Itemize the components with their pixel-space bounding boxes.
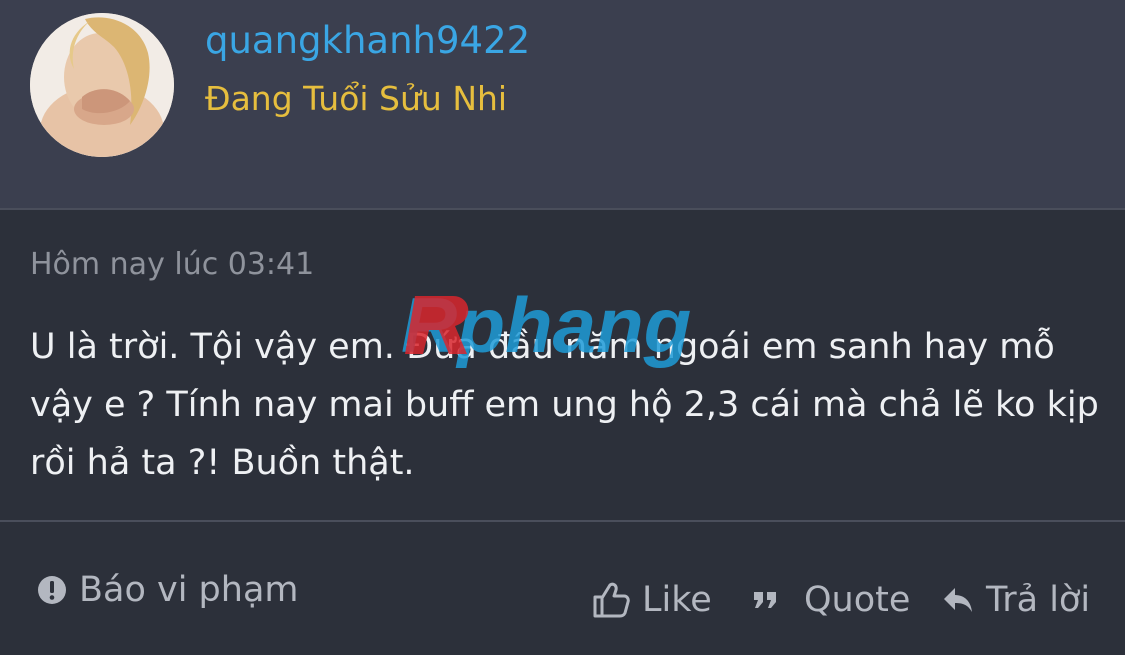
user-title: Đang Tuổi Sửu Nhi [205,79,508,118]
username-link[interactable]: quangkhanh9422 [205,17,530,65]
post-timestamp[interactable]: Hôm nay lúc 03:41 [30,244,314,286]
exclamation-circle-icon [38,576,66,604]
thumbs-up-icon [593,582,630,618]
post-container: quangkhanh9422 Đang Tuổi Sửu Nhi Hôm nay… [0,0,1125,655]
like-label: Like [642,580,712,620]
user-avatar-photo [30,13,174,157]
report-label: Báo vi phạm [79,570,299,610]
reply-label: Trả lời [986,580,1091,620]
post-message: U là trời. Tội vậy em. Đứa đầu năm ngoái… [30,327,1099,483]
quote-icon [754,592,776,608]
avatar[interactable] [30,13,174,157]
reply-button[interactable]: Trả lời [942,578,1090,622]
quote-button[interactable]: Quote [752,578,910,622]
like-button[interactable]: Like [592,578,712,622]
reply-arrow-icon [944,588,972,612]
quote-label: Quote [804,580,911,620]
report-button[interactable]: Báo vi phạm [37,568,299,612]
